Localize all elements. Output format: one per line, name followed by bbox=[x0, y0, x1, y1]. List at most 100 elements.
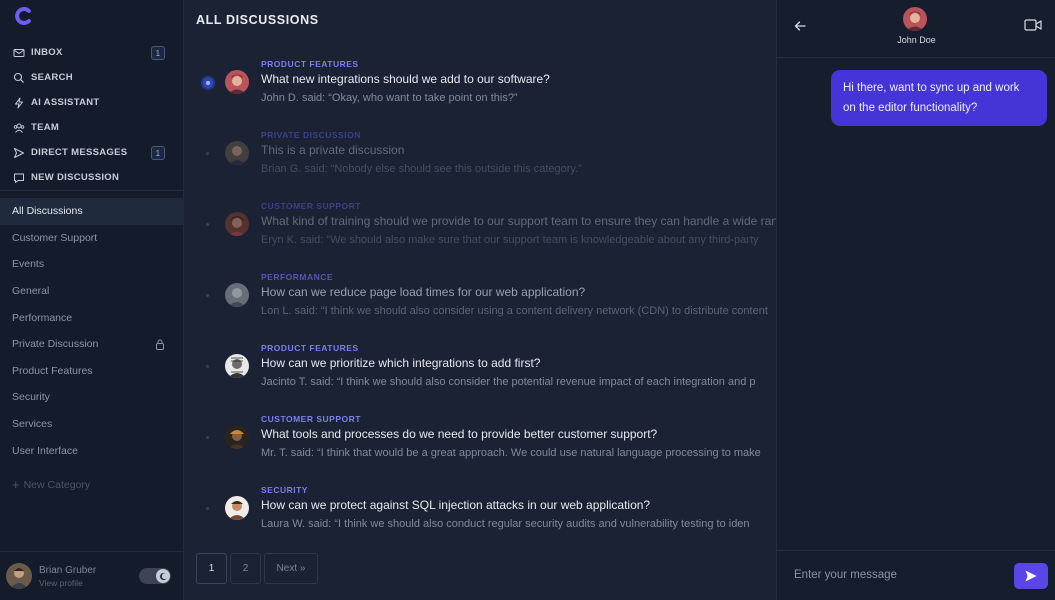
category-customer-support[interactable]: Customer Support bbox=[0, 225, 184, 252]
discussion-preview: Jacinto T. said: “I think we should also… bbox=[261, 376, 756, 388]
category-private-discussion-label: Private Discussion bbox=[12, 338, 99, 351]
search-icon bbox=[13, 72, 25, 84]
video-call-icon[interactable] bbox=[1024, 18, 1042, 32]
discussion-preview: Mr. T. said: “I think that would be a gr… bbox=[261, 447, 761, 459]
new-category-button[interactable]: + New Category bbox=[12, 477, 90, 492]
chat-header: John Doe bbox=[777, 0, 1055, 58]
next-page-button[interactable]: Next » bbox=[264, 553, 318, 584]
discussion-preview: John D. said: “Okay, who want to take po… bbox=[261, 92, 518, 104]
discussion-preview: Brian G. said: “Nobody else should see t… bbox=[261, 163, 582, 175]
discussion-preview: Laura W. said: “I think we should also c… bbox=[261, 518, 750, 530]
chat-contact-name: John Doe bbox=[897, 35, 936, 45]
discussion-row[interactable]: PERFORMANCE How can we reduce page load … bbox=[184, 266, 776, 337]
avatar bbox=[225, 354, 249, 378]
discussion-category[interactable]: PRODUCT FEATURES bbox=[261, 343, 359, 353]
inbox-icon bbox=[13, 47, 25, 59]
send-icon bbox=[13, 147, 25, 159]
read-indicator bbox=[203, 149, 213, 159]
lock-icon bbox=[155, 339, 165, 350]
nav-ai-assistant[interactable]: AI ASSISTANT bbox=[0, 90, 184, 115]
nav-team[interactable]: TEAM bbox=[0, 115, 184, 140]
discussion-preview: Lon L. said: “I think we should also con… bbox=[261, 305, 768, 317]
send-button[interactable] bbox=[1014, 563, 1048, 589]
unread-indicator bbox=[203, 78, 213, 88]
discussion-title[interactable]: How can we protect against SQL injection… bbox=[261, 498, 650, 512]
chat-panel: John Doe Hi there, want to sync up and w… bbox=[776, 0, 1055, 600]
chat-message-outgoing: Hi there, want to sync up and work on th… bbox=[831, 70, 1047, 126]
read-indicator bbox=[203, 362, 213, 372]
category-general[interactable]: General bbox=[0, 278, 184, 305]
page-1-button[interactable]: 1 bbox=[196, 553, 227, 584]
category-services[interactable]: Services bbox=[0, 411, 184, 438]
nav-direct-messages[interactable]: DIRECT MESSAGES 1 bbox=[0, 140, 184, 165]
nav-new-discussion[interactable]: NEW DISCUSSION bbox=[0, 165, 184, 190]
chat-composer bbox=[777, 550, 1055, 600]
discussion-category[interactable]: CUSTOMER SUPPORT bbox=[261, 201, 361, 211]
page-2-button[interactable]: 2 bbox=[230, 553, 261, 584]
theme-toggle[interactable] bbox=[139, 568, 171, 584]
discussion-row[interactable]: PRODUCT FEATURES What new integrations s… bbox=[184, 53, 776, 124]
discussion-row[interactable]: SECURITY How can we protect against SQL … bbox=[184, 479, 776, 550]
new-category-label: New Category bbox=[23, 478, 91, 491]
send-icon bbox=[1025, 570, 1037, 582]
nav-search[interactable]: SEARCH bbox=[0, 65, 184, 90]
discussion-row[interactable]: PRODUCT FEATURES How can we prioritize w… bbox=[184, 337, 776, 408]
category-product-features[interactable]: Product Features bbox=[0, 358, 184, 385]
avatar bbox=[225, 496, 249, 520]
discussion-preview: Eryn K. said: “We should also make sure … bbox=[261, 234, 759, 246]
read-indicator bbox=[203, 291, 213, 301]
avatar bbox=[225, 212, 249, 236]
nav-new-discussion-label: NEW DISCUSSION bbox=[31, 172, 120, 183]
discussion-category[interactable]: PRODUCT FEATURES bbox=[261, 59, 359, 69]
nav-inbox-label: INBOX bbox=[31, 47, 63, 58]
sidebar: INBOX 1 SEARCH AI ASSISTANT TEAM DIRECT … bbox=[0, 0, 184, 600]
avatar bbox=[225, 425, 249, 449]
nav-search-label: SEARCH bbox=[31, 72, 73, 83]
c-logo-icon[interactable] bbox=[14, 6, 34, 26]
nav-ai-assistant-label: AI ASSISTANT bbox=[31, 97, 100, 108]
discussion-row[interactable]: CUSTOMER SUPPORT What tools and processe… bbox=[184, 408, 776, 479]
discussion-category[interactable]: PERFORMANCE bbox=[261, 272, 333, 282]
category-private-discussion[interactable]: Private Discussion bbox=[0, 331, 184, 358]
view-profile-link[interactable]: View profile bbox=[39, 578, 96, 588]
message-input[interactable] bbox=[785, 561, 1005, 589]
direct-messages-count-badge: 1 bbox=[151, 146, 165, 160]
discussion-category[interactable]: PRIVATE DISCUSSION bbox=[261, 130, 361, 140]
discussion-row[interactable]: CUSTOMER SUPPORT What kind of training s… bbox=[184, 195, 776, 266]
discussion-title[interactable]: What kind of training should we provide … bbox=[261, 214, 776, 228]
nav-direct-messages-label: DIRECT MESSAGES bbox=[31, 147, 128, 158]
discussion-title[interactable]: This is a private discussion bbox=[261, 143, 404, 157]
page-title: ALL DISCUSSIONS bbox=[196, 13, 319, 27]
moon-icon bbox=[156, 569, 170, 583]
discussion-title[interactable]: How can we reduce page load times for ou… bbox=[261, 285, 585, 299]
category-user-interface[interactable]: User Interface bbox=[0, 437, 184, 464]
read-indicator bbox=[203, 504, 213, 514]
discussion-row[interactable]: PRIVATE DISCUSSION This is a private dis… bbox=[184, 124, 776, 195]
back-arrow-icon[interactable] bbox=[793, 19, 807, 33]
plus-icon: + bbox=[12, 477, 20, 492]
discussion-title[interactable]: What tools and processes do we need to p… bbox=[261, 427, 657, 441]
category-security[interactable]: Security bbox=[0, 384, 184, 411]
pagination: 1 2 Next » bbox=[196, 553, 318, 584]
category-all-discussions[interactable]: All Discussions bbox=[0, 198, 184, 225]
nav-inbox[interactable]: INBOX 1 bbox=[0, 40, 184, 65]
avatar bbox=[6, 563, 32, 589]
read-indicator bbox=[203, 433, 213, 443]
read-indicator bbox=[203, 220, 213, 230]
chat-icon bbox=[13, 172, 25, 184]
avatar bbox=[903, 7, 927, 31]
team-icon bbox=[13, 122, 25, 134]
main-nav: INBOX 1 SEARCH AI ASSISTANT TEAM DIRECT … bbox=[0, 40, 184, 190]
profile-name: Brian Gruber bbox=[39, 564, 97, 576]
discussion-title[interactable]: How can we prioritize which integrations… bbox=[261, 356, 540, 370]
category-performance[interactable]: Performance bbox=[0, 304, 184, 331]
user-profile[interactable]: Brian Gruber View profile bbox=[0, 551, 184, 600]
discussion-category[interactable]: CUSTOMER SUPPORT bbox=[261, 414, 361, 424]
discussion-category[interactable]: SECURITY bbox=[261, 485, 308, 495]
discussion-title[interactable]: What new integrations should we add to o… bbox=[261, 72, 550, 86]
avatar bbox=[225, 283, 249, 307]
category-list: All Discussions Customer Support Events … bbox=[0, 198, 184, 464]
category-events[interactable]: Events bbox=[0, 251, 184, 278]
bolt-icon bbox=[13, 97, 25, 109]
avatar bbox=[225, 70, 249, 94]
